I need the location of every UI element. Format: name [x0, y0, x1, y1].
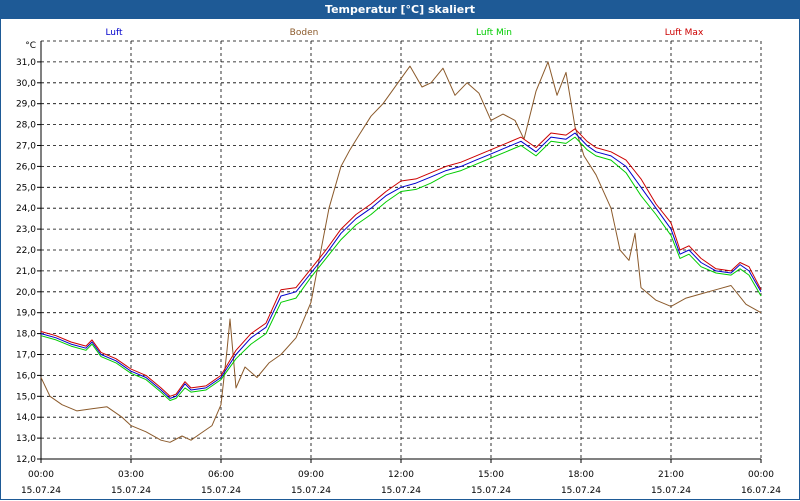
y-tick-label: 12,0	[16, 455, 36, 465]
x-tick-date-label: 15.07.24	[651, 486, 691, 496]
x-tick-date-label: 16.07.24	[741, 486, 781, 496]
x-tick-date-label: 15.07.24	[201, 486, 241, 496]
x-tick-time-label: 18:00	[568, 470, 594, 480]
y-tick-label: 15,0	[16, 392, 36, 402]
y-tick-label: 22,0	[16, 246, 36, 256]
x-tick-time-label: 21:00	[658, 470, 684, 480]
x-tick-time-label: 03:00	[118, 470, 144, 480]
legend-label: Luft	[105, 28, 123, 38]
y-tick-label: 17,0	[16, 351, 36, 361]
temperature-chart: 12,0 13,0 14,0 15,0 16,0 17,0 18,0 19,0 20,0 21,0…	[16, 28, 781, 496]
y-tick-label: 13,0	[16, 434, 36, 444]
x-tick-time-label: 00:00	[748, 470, 774, 480]
x-tick-date-label: 15.07.24	[381, 486, 421, 496]
x-tick-date-label: 15.07.24	[561, 486, 601, 496]
y-tick-label: 21,0	[16, 267, 36, 277]
y-tick-label: 18,0	[16, 330, 36, 340]
x-tick-date-label: 15.07.24	[111, 486, 151, 496]
y-tick-label: 24,0	[16, 204, 36, 214]
x-tick-time-label: 00:00	[28, 470, 54, 480]
y-tick-label: 29,0	[16, 100, 36, 110]
chart-window: Temperatur [°C] skaliert 12,0 13,0 14,0 15,…	[0, 0, 800, 500]
x-tick-date-label: 15.07.24	[21, 486, 61, 496]
y-tick-label: 27,0	[16, 142, 36, 152]
y-tick-label: 25,0	[16, 183, 36, 193]
y-tick-label: 19,0	[16, 309, 36, 319]
x-tick-time-label: 06:00	[208, 470, 234, 480]
y-tick-label: 16,0	[16, 371, 36, 381]
legend-label: Boden	[290, 28, 319, 38]
legend-label: Luft Max	[665, 28, 704, 38]
y-tick-label: 30,0	[16, 79, 36, 89]
y-tick-label: 26,0	[16, 162, 36, 172]
y-tick-label: 23,0	[16, 225, 36, 235]
x-tick-date-label: 15.07.24	[291, 486, 331, 496]
y-axis-unit: °C	[25, 41, 36, 51]
y-tick-label: 14,0	[16, 413, 36, 423]
y-tick-label: 20,0	[16, 288, 36, 298]
y-tick-label: 28,0	[16, 121, 36, 131]
y-tick-label: 31,0	[16, 58, 36, 68]
x-tick-time-label: 15:00	[478, 470, 504, 480]
x-tick-time-label: 09:00	[298, 470, 324, 480]
x-tick-time-label: 12:00	[388, 470, 414, 480]
legend-label: Luft Min	[476, 28, 512, 38]
x-tick-date-label: 15.07.24	[471, 486, 511, 496]
